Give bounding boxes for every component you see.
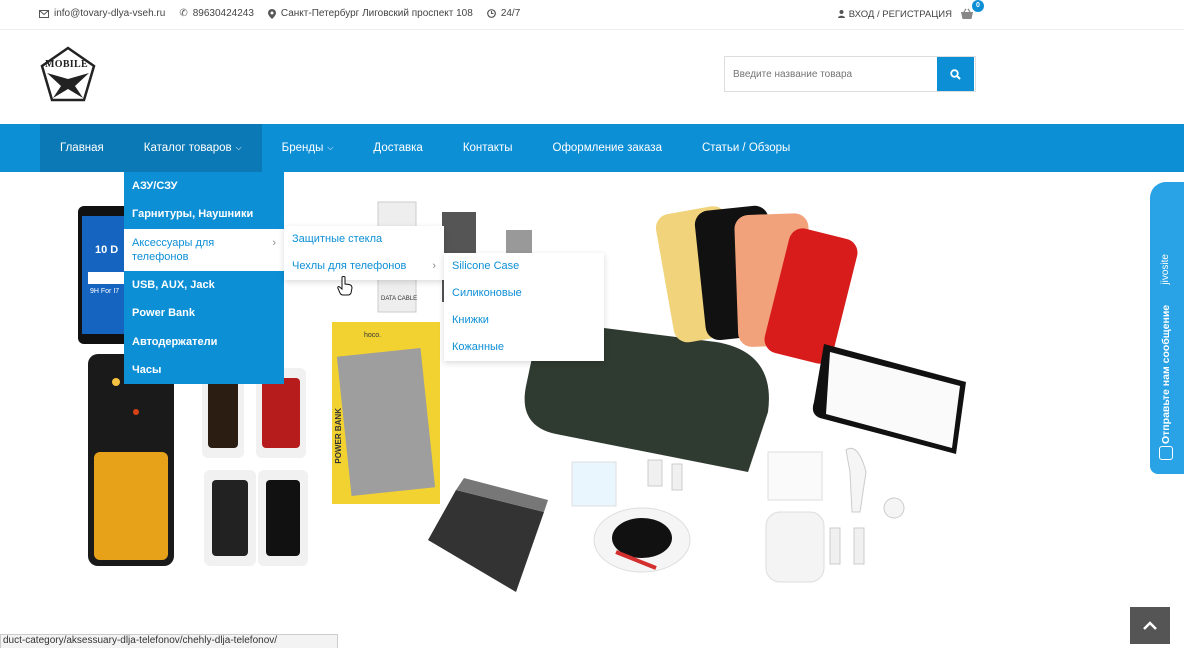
login-link[interactable]: ВХОД / РЕГИСТРАЦИЯ [837,8,952,20]
logo-text: MOBILE [45,59,88,70]
top-bar: info@tovary-dlya-vseh.ru ✆ 89630424243 С… [0,0,1184,30]
map-marker-icon [267,8,276,19]
search-box [724,56,976,92]
catalog-item-label: Автодержатели [132,335,218,348]
glass-box-label: 10 D [95,244,119,256]
site-header: MOBILE [0,31,1184,124]
basket-icon [961,8,973,19]
hours-text: 24/7 [500,8,521,19]
jivo-brand: jivosite [1160,254,1171,285]
nav-item-checkout[interactable]: Оформление заказа [533,124,682,172]
glass-box-sub: 9H For I7 [90,288,120,295]
address-contact: Санкт-Петербург Лиговский проспект 108 [267,8,473,19]
scroll-to-top-button[interactable] [1130,607,1170,644]
nav-contacts-label: Контакты [462,142,513,154]
login-text: ВХОД / РЕГИСТРАЦИЯ [848,8,952,20]
catalog-item-accessories[interactable]: Аксессуары для телефонов › [124,228,284,272]
account-area: ВХОД / РЕГИСТРАЦИЯ 0 [837,0,984,20]
search-button[interactable] [937,57,974,91]
cart-button[interactable]: 0 [960,0,984,20]
nav-articles-label: Статьи / Обзоры [701,142,791,154]
address-text: Санкт-Петербург Лиговский проспект 108 [280,8,473,19]
accessories-dropdown: Защитные стекла Чехлы для телефонов › [284,226,444,280]
envelope-icon [39,9,49,18]
cases-item-books[interactable]: Книжки [444,307,604,334]
chat-arrow-icon [1159,446,1173,460]
accessories-item-label: Защитные стекла [292,233,383,245]
catalog-dropdown: АЗУ/СЗУ Гарнитуры, Наушники Аксессуары д… [124,172,284,385]
nav-brands-label: Бренды [281,142,324,154]
nav-home-label: Главная [60,142,104,154]
cases-dropdown: Silicone Case Силиконовые Книжки Кожанны… [444,253,604,361]
accessories-item-label: Чехлы для телефонов [292,260,407,272]
nav-item-catalog[interactable]: Каталог товаров ⌵ [123,124,262,172]
email-contact[interactable]: info@tovary-dlya-vseh.ru [39,8,165,19]
cases-item-silicone[interactable]: Силиконовые [444,280,604,307]
catalog-item-chargers[interactable]: АЗУ/СЗУ [124,172,284,200]
contact-info: info@tovary-dlya-vseh.ru ✆ 89630424243 С… [39,8,520,19]
email-text: info@tovary-dlya-vseh.ru [54,8,166,19]
jivo-message: Отправьте нам сообщение [1160,304,1172,444]
catalog-item-powerbank[interactable]: Power Bank [124,299,284,327]
chevron-down-icon: ⌵ [235,143,242,152]
status-url: duct-category/aksessuary-dlja-telefonov/… [3,635,278,646]
main-navigation: Главная Каталог товаров ⌵ Бренды ⌵ Доставк… [0,124,1184,172]
accessories-item-glass[interactable]: Защитные стекла [284,226,444,253]
catalog-item-watches[interactable]: Часы [124,356,284,384]
live-chat-widget[interactable]: jivosite Отправьте нам сообщение [1150,182,1184,474]
catalog-item-label: Аксессуары для телефонов [132,236,215,263]
site-logo[interactable]: MOBILE [39,46,97,104]
cart-count-badge: 0 [972,0,984,12]
phone-icon: ✆ [179,7,188,19]
user-icon [837,10,845,18]
cases-item-label: Силиконовые [452,287,522,299]
nav-item-articles[interactable]: Статьи / Обзоры [682,124,810,172]
nav-item-brands[interactable]: Бренды ⌵ [262,124,354,172]
accessories-item-cases[interactable]: Чехлы для телефонов › [284,253,444,280]
cases-item-silicone-case[interactable]: Silicone Case [444,253,604,280]
hoco-brand-label: hoco. [364,332,382,339]
chevron-up-icon [1143,620,1157,630]
catalog-item-headsets[interactable]: Гарнитуры, Наушники [124,200,284,228]
nav-item-contacts[interactable]: Контакты [443,124,533,172]
cases-item-label: Книжки [452,314,489,326]
hours-contact: 24/7 [486,8,521,19]
nav-checkout-label: Оформление заказа [552,142,662,154]
search-input[interactable] [725,57,937,91]
nav-item-home[interactable]: Главная [40,124,124,172]
nav-delivery-label: Доставка [373,142,423,154]
catalog-item-label: Power Bank [132,307,195,320]
chevron-down-icon: ⌵ [327,143,334,152]
search-icon [950,68,961,80]
catalog-item-label: Часы [132,364,162,377]
cases-item-label: Кожанные [452,341,505,353]
mobile-logo-icon [40,46,96,102]
hand-cursor-icon [337,276,353,296]
chevron-right-icon: › [432,260,436,272]
catalog-item-car-holders[interactable]: Автодержатели [124,328,284,356]
catalog-item-label: АЗУ/СЗУ [132,180,178,192]
phone-text: 89630424243 [192,8,254,19]
powerbank-box-label: POWER BANK [334,408,343,464]
cases-item-label: Silicone Case [452,260,520,272]
catalog-item-label: Гарнитуры, Наушники [132,208,254,221]
catalog-item-usb[interactable]: USB, AUX, Jack [124,271,284,299]
catalog-item-label: USB, AUX, Jack [132,279,215,292]
nav-item-delivery[interactable]: Доставка [353,124,442,172]
cable-box-label: DATA CABLE [381,296,418,302]
chevron-right-icon: › [272,236,276,249]
cases-item-leather[interactable]: Кожанные [444,334,604,361]
phone-contact[interactable]: ✆ 89630424243 [179,8,254,19]
nav-catalog-label: Каталог товаров [143,142,232,154]
clock-icon [486,9,496,18]
